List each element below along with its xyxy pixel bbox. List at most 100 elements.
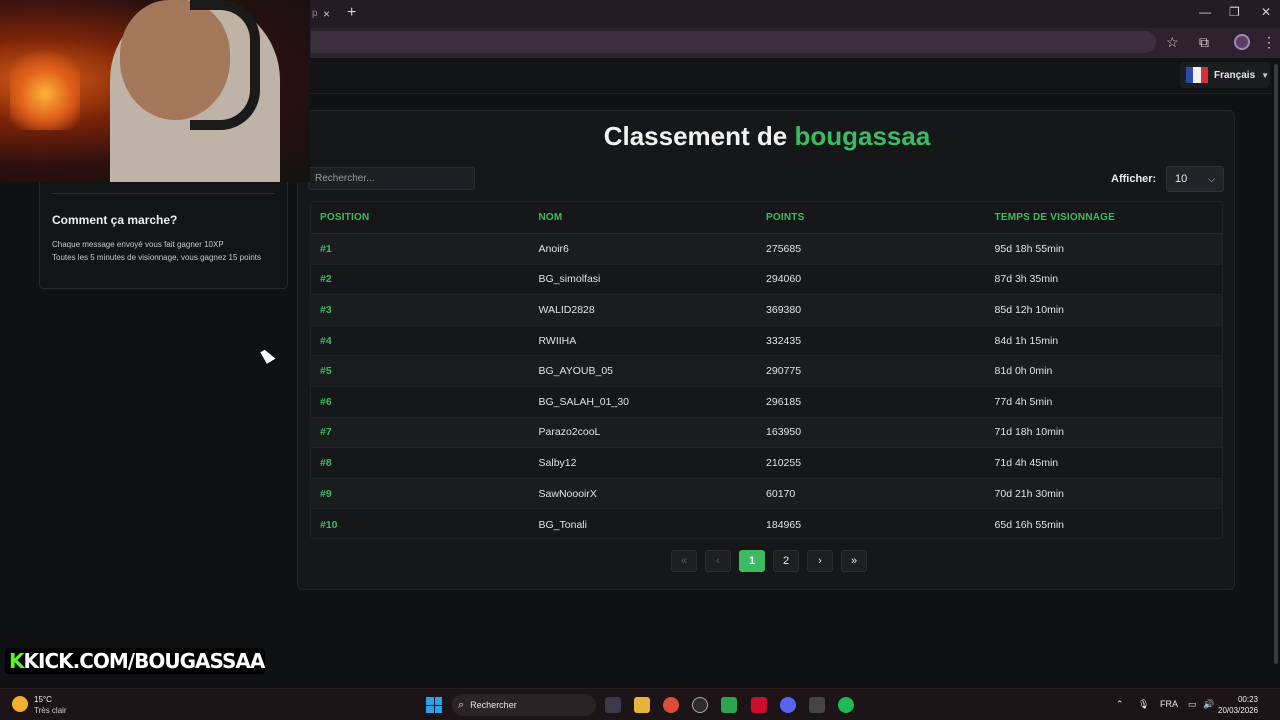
cell-watchtime: 84d 1h 15min bbox=[994, 334, 1059, 347]
tab-title-fragment[interactable]: p bbox=[312, 8, 318, 19]
tab-close-icon[interactable]: × bbox=[323, 7, 330, 21]
cell-watchtime: 85d 12h 10min bbox=[994, 303, 1064, 316]
title-prefix: Classement de bbox=[603, 121, 788, 151]
table-body: #1 Anoir6 275685 95d 18h 55min #2 BG_simolfa… bbox=[311, 234, 1222, 538]
show-count-select[interactable]: 10 ⌵ bbox=[1166, 166, 1224, 192]
column-header-name[interactable]: NOM bbox=[539, 212, 767, 223]
url-omnibox[interactable] bbox=[311, 31, 1156, 53]
volume-icon[interactable]: 🔊 bbox=[1203, 699, 1214, 710]
browser-menu-icon[interactable]: ⋮ bbox=[1262, 34, 1276, 51]
next-page-button[interactable]: › bbox=[807, 550, 833, 572]
cell-position: #1 bbox=[320, 242, 332, 255]
start-menu-icon[interactable] bbox=[426, 697, 442, 713]
page-2-button[interactable]: 2 bbox=[773, 550, 799, 572]
network-icon[interactable]: ▭ bbox=[1188, 699, 1197, 710]
weather-icon[interactable] bbox=[12, 696, 28, 712]
page-1-button[interactable]: 1 bbox=[739, 550, 765, 572]
microphone-icon[interactable]: 🎙 bbox=[1138, 699, 1149, 710]
cell-watchtime: 65d 16h 55min bbox=[994, 518, 1064, 531]
restore-icon[interactable]: ❐ bbox=[1229, 5, 1240, 19]
streamlabs-icon[interactable] bbox=[721, 697, 737, 713]
scrollbar-thumb[interactable] bbox=[1274, 64, 1278, 664]
task-view-icon[interactable] bbox=[605, 697, 621, 713]
kick-banner-text: KKICK.COM/BOUGASSAA bbox=[9, 649, 266, 673]
cell-position: #7 bbox=[320, 426, 332, 439]
table-header: POSITION NOM POINTS TEMPS DE VISIONNAGE bbox=[311, 202, 1222, 234]
kick-channel-banner: KKICK.COM/BOUGASSAA bbox=[5, 648, 265, 674]
show-count-value: 10 bbox=[1175, 173, 1188, 185]
column-header-watchtime[interactable]: TEMPS DE VISIONNAGE bbox=[995, 212, 1222, 223]
kick-logo-k: K bbox=[9, 649, 24, 673]
cell-name: SawNoooirX bbox=[538, 487, 597, 500]
cell-position: #6 bbox=[320, 395, 332, 408]
cell-points: 275685 bbox=[766, 242, 802, 255]
profile-avatar[interactable] bbox=[1234, 34, 1250, 50]
column-header-points[interactable]: POINTS bbox=[766, 212, 995, 223]
kick-url: KICK.COM/BOUGASSAA bbox=[23, 649, 266, 673]
cell-name: BG_simolfasi bbox=[538, 273, 601, 286]
table-row: #6 BG_SALAH_01_30 296185 77d 4h 5min bbox=[311, 386, 1222, 418]
cell-name: RWIIHA bbox=[538, 334, 577, 347]
taskbar-search-label: Rechercher bbox=[470, 700, 517, 710]
spotify-icon[interactable] bbox=[838, 697, 854, 713]
table-row: #4 RWIIHA 332435 84d 1h 15min bbox=[311, 325, 1222, 357]
last-page-button[interactable]: » bbox=[841, 550, 867, 572]
table-row: #3 WALID2828 369380 85d 12h 10min bbox=[311, 295, 1222, 326]
cell-watchtime: 71d 4h 45min bbox=[994, 456, 1059, 469]
cell-position: #3 bbox=[320, 303, 332, 316]
first-page-button[interactable]: « bbox=[671, 550, 697, 572]
cell-position: #10 bbox=[320, 518, 338, 531]
pagination: « ‹ 1 2 › » bbox=[671, 550, 867, 572]
cell-points: 60170 bbox=[766, 487, 796, 500]
close-window-icon[interactable]: ✕ bbox=[1261, 5, 1271, 19]
taskbar-search[interactable]: ⌕ Rechercher bbox=[452, 694, 596, 716]
discord-icon[interactable] bbox=[780, 697, 796, 713]
tray-overflow-icon[interactable]: ⌃ bbox=[1116, 699, 1124, 710]
cell-name: BG_SALAH_01_30 bbox=[538, 395, 629, 408]
search-icon: ⌕ bbox=[458, 698, 465, 711]
cell-name: WALID2828 bbox=[538, 303, 595, 316]
cell-points: 332435 bbox=[766, 334, 802, 347]
cell-position: #4 bbox=[320, 334, 332, 347]
cell-watchtime: 70d 21h 30min bbox=[994, 487, 1064, 500]
rule-watch-points: Toutes les 5 minutes de visionnage, vous… bbox=[52, 253, 262, 262]
prev-page-button[interactable]: ‹ bbox=[705, 550, 731, 572]
minimize-icon[interactable]: — bbox=[1199, 5, 1211, 19]
windows-taskbar: 15°C Très clair ⌕ Rechercher ⌃ 🎙 FRA ▭ 🔊… bbox=[0, 688, 1280, 720]
input-language[interactable]: FRA bbox=[1160, 699, 1178, 709]
cell-watchtime: 81d 0h 0min bbox=[994, 365, 1053, 378]
cell-watchtime: 71d 18h 10min bbox=[994, 426, 1064, 439]
cell-points: 184965 bbox=[766, 518, 802, 531]
system-clock[interactable]: 00:23 20/03/2026 bbox=[1218, 694, 1258, 716]
title-username: bougassaa bbox=[794, 121, 931, 151]
table-row: #1 Anoir6 275685 95d 18h 55min bbox=[311, 234, 1222, 265]
page-title: Classement de bougassaa bbox=[298, 121, 1236, 152]
store-icon[interactable] bbox=[809, 697, 825, 713]
column-header-position[interactable]: POSITION bbox=[311, 212, 539, 223]
new-tab-icon[interactable]: + bbox=[347, 4, 356, 22]
file-explorer-icon[interactable] bbox=[634, 697, 650, 713]
chrome-icon[interactable] bbox=[663, 697, 679, 713]
fireplace-image bbox=[10, 40, 80, 130]
leaderboard-panel: Classement de bougassaa Afficher: 10 ⌵ P… bbox=[297, 110, 1235, 590]
adobe-icon[interactable] bbox=[751, 697, 767, 713]
chevron-down-icon: ⌵ bbox=[1208, 173, 1215, 184]
cell-name: Salby12 bbox=[538, 456, 577, 469]
weather-temperature: 15°C bbox=[34, 695, 52, 704]
page-scrollbar[interactable] bbox=[1272, 58, 1280, 688]
table-row: #10 BG_Tonali 184965 65d 16h 55min bbox=[311, 509, 1222, 538]
language-selector[interactable]: Français ▼ bbox=[1180, 62, 1270, 88]
search-input[interactable] bbox=[308, 167, 475, 190]
cell-position: #2 bbox=[320, 273, 332, 286]
table-row: #5 BG_AYOUB_05 290775 81d 0h 0min bbox=[311, 356, 1222, 387]
clock-time: 00:23 bbox=[1237, 695, 1258, 704]
table-row: #8 Salby12 210255 71d 4h 45min bbox=[311, 448, 1222, 479]
extensions-icon[interactable]: ⧉ bbox=[1199, 34, 1209, 51]
cell-points: 294060 bbox=[766, 273, 802, 286]
obs-icon[interactable] bbox=[692, 697, 708, 713]
language-label: Français bbox=[1214, 69, 1256, 81]
cell-points: 163950 bbox=[766, 426, 802, 439]
cell-points: 290775 bbox=[766, 365, 802, 378]
bookmark-star-icon[interactable]: ☆ bbox=[1166, 34, 1179, 51]
cell-points: 210255 bbox=[766, 456, 802, 469]
